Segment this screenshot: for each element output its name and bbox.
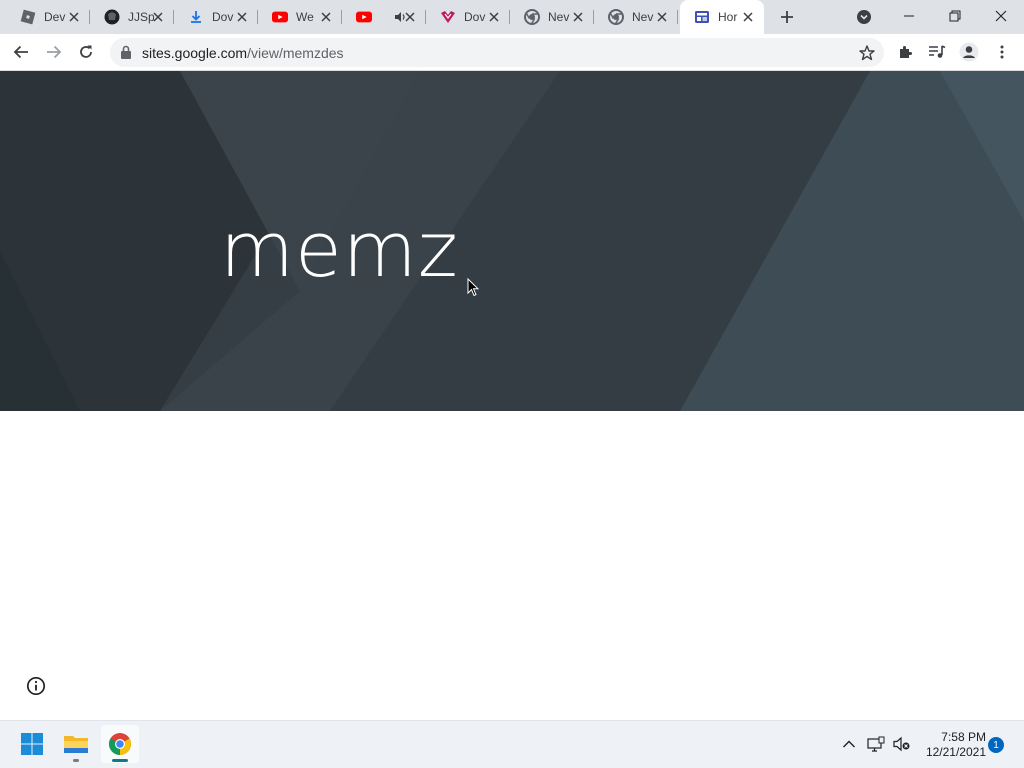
page-body [0, 411, 1024, 721]
new-tab-button[interactable] [777, 7, 797, 27]
mouse-cursor-icon [467, 277, 480, 297]
banner-background [0, 71, 1024, 411]
browser-tab[interactable]: We [258, 0, 342, 34]
system-clock[interactable]: 7:58 PM 12/21/2021 [920, 730, 986, 760]
close-icon[interactable] [150, 9, 166, 25]
chrome-icon [109, 733, 131, 755]
media-control-icon[interactable] [925, 40, 949, 64]
file-explorer-button[interactable] [57, 725, 95, 763]
url-path: /view/memzdes [247, 45, 344, 61]
youtube-icon [356, 9, 372, 25]
info-icon[interactable] [26, 676, 46, 696]
clock-date: 12/21/2021 [925, 745, 986, 759]
windows-taskbar: 7:58 PM 12/21/2021 1 [0, 720, 1024, 768]
back-button[interactable] [9, 40, 33, 64]
site-title: memz [220, 205, 459, 294]
browser-tab-active[interactable]: Hor [680, 0, 764, 34]
close-icon[interactable] [570, 9, 586, 25]
browser-tab[interactable]: Dov [174, 0, 258, 34]
address-bar[interactable]: sites.google.com/view/memzdes [110, 38, 884, 67]
close-icon[interactable] [654, 9, 670, 25]
chrome-icon [608, 9, 624, 25]
volume-muted-icon[interactable] [892, 734, 912, 754]
close-icon[interactable] [234, 9, 250, 25]
chrome-icon [524, 9, 540, 25]
chrome-taskbar-button[interactable] [101, 725, 139, 763]
restore-button[interactable] [932, 0, 978, 32]
close-icon[interactable] [486, 9, 502, 25]
close-icon[interactable] [66, 9, 82, 25]
notification-badge[interactable]: 1 [988, 737, 1004, 753]
browser-tab[interactable]: Dev [6, 0, 90, 34]
folder-icon [64, 736, 88, 753]
running-indicator [73, 759, 79, 762]
browser-tab[interactable]: Nev [594, 0, 678, 34]
browser-tab[interactable] [342, 0, 426, 34]
heart-logo-icon [440, 9, 456, 25]
browser-tab[interactable]: Dov [426, 0, 510, 34]
close-icon[interactable] [740, 9, 756, 25]
start-button[interactable] [13, 725, 51, 763]
header-banner: memz [0, 71, 1024, 411]
forward-button[interactable] [42, 40, 66, 64]
url-domain: sites.google.com [142, 45, 248, 61]
tab-search-button[interactable] [856, 9, 872, 25]
windows-logo-icon [21, 733, 43, 755]
url-text: sites.google.com/view/memzdes [142, 45, 344, 61]
reload-button[interactable] [74, 40, 98, 64]
extensions-icon[interactable] [894, 40, 918, 64]
tab-strip: Dev JJSp Dov We Dov Nev Nev Hor [0, 0, 1024, 34]
lock-icon[interactable] [120, 45, 132, 60]
browser-toolbar: sites.google.com/view/memzdes [0, 34, 1024, 71]
profile-avatar-icon[interactable] [957, 40, 981, 64]
menu-kebab-icon[interactable] [990, 40, 1014, 64]
roblox-icon [20, 9, 36, 25]
close-icon[interactable] [402, 9, 418, 25]
clock-time: 7:58 PM [941, 730, 986, 744]
network-icon[interactable] [866, 734, 886, 754]
tab-divider [677, 10, 678, 24]
minimize-button[interactable] [886, 0, 932, 32]
download-icon [188, 9, 204, 25]
browser-tab[interactable]: Nev [510, 0, 594, 34]
roblox-game-icon [104, 9, 120, 25]
active-indicator [112, 759, 128, 762]
browser-tab[interactable]: JJSp [90, 0, 174, 34]
bookmark-star-icon[interactable] [858, 44, 876, 62]
close-window-button[interactable] [978, 0, 1024, 32]
google-sites-icon [694, 9, 710, 25]
show-hidden-icons-chevron-icon[interactable] [839, 734, 859, 754]
youtube-icon [272, 9, 288, 25]
close-icon[interactable] [318, 9, 334, 25]
